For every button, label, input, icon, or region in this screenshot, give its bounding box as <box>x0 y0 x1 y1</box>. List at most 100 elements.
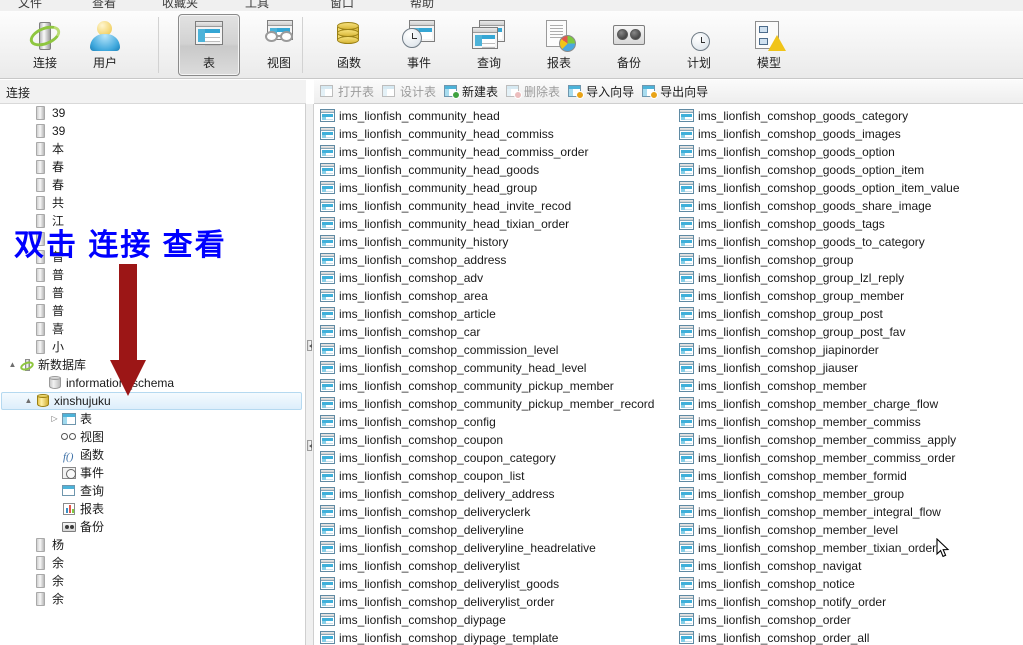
tree-node[interactable]: 喜 <box>0 320 305 338</box>
menu-item-1[interactable]: 查看 <box>92 0 116 11</box>
tree-node[interactable]: 视图 <box>0 428 305 446</box>
table-list-item[interactable]: ims_lionfish_comshop_deliverylist <box>320 557 654 575</box>
table-list-item[interactable]: ims_lionfish_comshop_article <box>320 305 654 323</box>
table-list-item[interactable]: ims_lionfish_comshop_deliveryline_headre… <box>320 539 654 557</box>
table-list-item[interactable]: ims_lionfish_comshop_goods_category <box>679 107 960 125</box>
splitter-grip-top[interactable] <box>307 340 312 351</box>
ribbon-button-report[interactable]: 报表 <box>528 14 590 76</box>
tree-node[interactable]: ▷表 <box>0 410 305 428</box>
table-list-item[interactable]: ims_lionfish_community_head_commiss <box>320 125 654 143</box>
table-list-item[interactable]: ims_lionfish_comshop_diypage_template <box>320 629 654 645</box>
tree-node[interactable]: 39 <box>0 122 305 140</box>
menu-item-3[interactable]: 工具 <box>245 0 269 11</box>
tree-node[interactable]: ▲新数据库 <box>0 356 305 374</box>
table-list-item[interactable]: ims_lionfish_comshop_group_post <box>679 305 960 323</box>
table-list-item[interactable]: ims_lionfish_comshop_member_tixian_order <box>679 539 960 557</box>
table-list-item[interactable]: ims_lionfish_comshop_deliverylist_goods <box>320 575 654 593</box>
table-list-item[interactable]: ims_lionfish_comshop_car <box>320 323 654 341</box>
tree-node[interactable]: 普 <box>0 266 305 284</box>
table-list-item[interactable]: ims_lionfish_comshop_group_lzl_reply <box>679 269 960 287</box>
table-list-item[interactable]: ims_lionfish_community_head_tixian_order <box>320 215 654 233</box>
table-list-item[interactable]: ims_lionfish_community_head_goods <box>320 161 654 179</box>
tree-node[interactable]: 小 <box>0 338 305 356</box>
menu-item-0[interactable]: 文件 <box>18 0 42 11</box>
table-list-item[interactable]: ims_lionfish_comshop_goods_share_image <box>679 197 960 215</box>
table-list-item[interactable]: ims_lionfish_comshop_group_member <box>679 287 960 305</box>
ribbon-button-backup[interactable]: 备份 <box>598 14 660 76</box>
table-list-item[interactable]: ims_lionfish_comshop_jiapinorder <box>679 341 960 359</box>
table-list-item[interactable]: ims_lionfish_comshop_member_formid <box>679 467 960 485</box>
ribbon-button-view[interactable]: 视图 <box>248 14 310 76</box>
table-list-item[interactable]: ims_lionfish_comshop_goods_option <box>679 143 960 161</box>
ribbon-button-query[interactable]: 查询 <box>458 14 520 76</box>
table-list-item[interactable]: ims_lionfish_comshop_member_level <box>679 521 960 539</box>
table-list-item[interactable]: ims_lionfish_comshop_deliveryclerk <box>320 503 654 521</box>
connections-tree[interactable]: 3939本春春共江普普普普喜小▲新数据库information_schema▲x… <box>0 104 306 645</box>
table-list-item[interactable]: ims_lionfish_comshop_member_commiss_appl… <box>679 431 960 449</box>
table-list-item[interactable]: ims_lionfish_comshop_area <box>320 287 654 305</box>
table-list-item[interactable]: ims_lionfish_comshop_member_commiss <box>679 413 960 431</box>
table-list-item[interactable]: ims_lionfish_comshop_commission_level <box>320 341 654 359</box>
table-list-item[interactable]: ims_lionfish_comshop_coupon <box>320 431 654 449</box>
ribbon-button-event[interactable]: 事件 <box>388 14 450 76</box>
table-list-item[interactable]: ims_lionfish_comshop_goods_option_item_v… <box>679 179 960 197</box>
ribbon-button-table[interactable]: 表 <box>178 14 240 76</box>
table-list-item[interactable]: ims_lionfish_comshop_member_commiss_orde… <box>679 449 960 467</box>
toolbar-import-wizard[interactable]: 导入向导 <box>566 82 640 102</box>
tree-node[interactable]: 普 <box>0 302 305 320</box>
tree-node[interactable]: 杨 <box>0 536 305 554</box>
table-list-item[interactable]: ims_lionfish_community_head_group <box>320 179 654 197</box>
tree-node[interactable]: 备份 <box>0 518 305 536</box>
ribbon-button-function[interactable]: 函数 <box>318 14 380 76</box>
table-list-item[interactable]: ims_lionfish_comshop_address <box>320 251 654 269</box>
table-list-item[interactable]: ims_lionfish_comshop_goods_option_item <box>679 161 960 179</box>
tree-expander-icon[interactable]: ▲ <box>22 392 35 410</box>
tree-node[interactable]: 共 <box>0 194 305 212</box>
table-list-item[interactable]: ims_lionfish_community_head <box>320 107 654 125</box>
tree-node[interactable]: 春 <box>0 176 305 194</box>
table-list-item[interactable]: ims_lionfish_comshop_member_integral_flo… <box>679 503 960 521</box>
tree-expander-icon[interactable]: ▲ <box>6 356 19 374</box>
table-list-area[interactable]: ims_lionfish_community_headims_lionfish_… <box>314 104 1023 645</box>
table-list-item[interactable]: ims_lionfish_comshop_community_head_leve… <box>320 359 654 377</box>
table-list-item[interactable]: ims_lionfish_comshop_deliveryline <box>320 521 654 539</box>
table-list-item[interactable]: ims_lionfish_comshop_deliverylist_order <box>320 593 654 611</box>
table-list-item[interactable]: ims_lionfish_comshop_group <box>679 251 960 269</box>
table-list-item[interactable]: ims_lionfish_comshop_notice <box>679 575 960 593</box>
table-list-item[interactable]: ims_lionfish_comshop_coupon_list <box>320 467 654 485</box>
table-list-item[interactable]: ims_lionfish_comshop_goods_to_category <box>679 233 960 251</box>
ribbon-button-schedule[interactable]: 计划 <box>668 14 730 76</box>
menu-item-2[interactable]: 收藏夹 <box>162 0 198 11</box>
table-list-item[interactable]: ims_lionfish_comshop_notify_order <box>679 593 960 611</box>
table-list-item[interactable]: ims_lionfish_comshop_order_all <box>679 629 960 645</box>
tree-node[interactable]: f()函数 <box>0 446 305 464</box>
table-list-item[interactable]: ims_lionfish_comshop_jiauser <box>679 359 960 377</box>
table-list-item[interactable]: ims_lionfish_comshop_member_charge_flow <box>679 395 960 413</box>
tree-node[interactable]: 报表 <box>0 500 305 518</box>
tree-node[interactable]: 余 <box>0 554 305 572</box>
menu-item-4[interactable]: 窗口 <box>330 0 354 11</box>
table-list-item[interactable]: ims_lionfish_community_head_commiss_orde… <box>320 143 654 161</box>
table-list-item[interactable]: ims_lionfish_comshop_adv <box>320 269 654 287</box>
splitter-grip-bottom[interactable] <box>307 440 312 451</box>
table-list-item[interactable]: ims_lionfish_comshop_member <box>679 377 960 395</box>
menu-item-5[interactable]: 帮助 <box>410 0 434 11</box>
toolbar-new-table[interactable]: 新建表 <box>442 82 504 102</box>
table-list-item[interactable]: ims_lionfish_community_head_invite_recod <box>320 197 654 215</box>
table-list-item[interactable]: ims_lionfish_comshop_member_group <box>679 485 960 503</box>
table-list-item[interactable]: ims_lionfish_community_history <box>320 233 654 251</box>
tree-node[interactable]: 普 <box>0 284 305 302</box>
tree-node[interactable]: 39 <box>0 104 305 122</box>
table-list-item[interactable]: ims_lionfish_comshop_order <box>679 611 960 629</box>
table-list-item[interactable]: ims_lionfish_comshop_goods_images <box>679 125 960 143</box>
pane-splitter[interactable] <box>306 104 314 645</box>
tree-node[interactable]: information_schema <box>0 374 305 392</box>
table-list-item[interactable]: ims_lionfish_comshop_delivery_address <box>320 485 654 503</box>
tree-node[interactable]: 事件 <box>0 464 305 482</box>
tree-node[interactable]: 查询 <box>0 482 305 500</box>
table-list-column-2[interactable]: ims_lionfish_comshop_goods_categoryims_l… <box>679 107 960 645</box>
ribbon-button-connect[interactable]: 连接 <box>14 14 76 76</box>
table-list-item[interactable]: ims_lionfish_comshop_navigat <box>679 557 960 575</box>
table-list-item[interactable]: ims_lionfish_comshop_coupon_category <box>320 449 654 467</box>
tree-node[interactable]: 余 <box>0 572 305 590</box>
